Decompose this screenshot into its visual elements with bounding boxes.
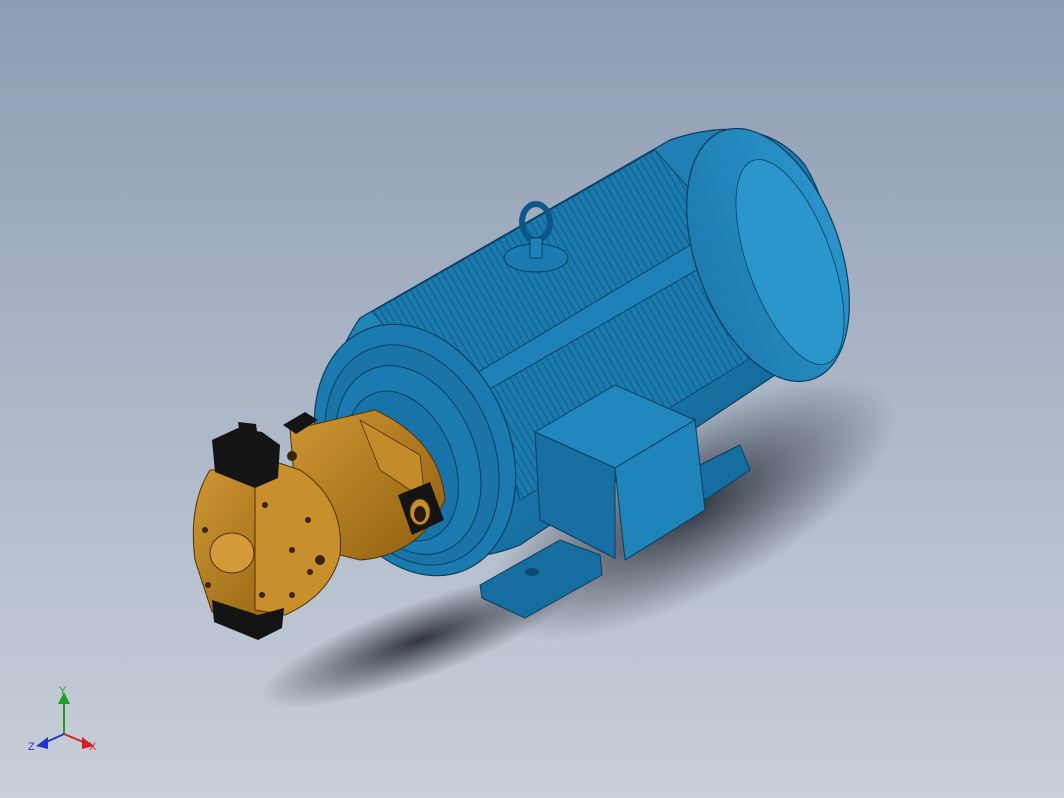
z-axis-label: Z <box>28 741 35 753</box>
motor-pump-model[interactable] <box>0 0 1064 798</box>
y-axis-label: Y <box>59 685 67 697</box>
x-axis-label: X <box>89 741 97 753</box>
3d-viewport[interactable]: Y X Z <box>0 0 1064 798</box>
z-arrow-icon <box>36 737 48 749</box>
axis-triad: Y X Z <box>28 685 97 753</box>
